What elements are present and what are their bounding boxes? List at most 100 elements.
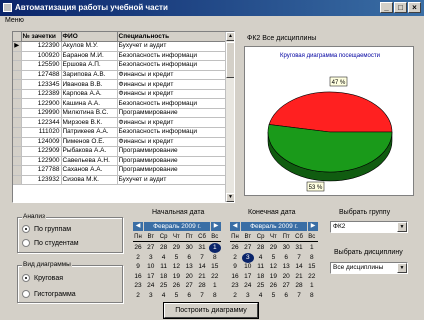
calendar-day[interactable]: 1	[209, 281, 221, 291]
table-row[interactable]: 127788 Саханов А.А. Программирование	[13, 165, 226, 176]
calendar-day[interactable]: 5	[170, 253, 182, 263]
prev-month-icon[interactable]: ◀	[133, 222, 143, 231]
row-indicator[interactable]	[13, 146, 22, 157]
table-row[interactable]: 124009 Пименов О.Е. Финансы и кредит	[13, 137, 226, 148]
calendar-day[interactable]: 5	[267, 291, 279, 301]
calendar-day[interactable]: 26	[170, 281, 182, 291]
header-record-number[interactable]: № зачетки	[21, 32, 62, 43]
calendar-day[interactable]: 9	[229, 262, 241, 272]
row-indicator[interactable]	[13, 108, 22, 119]
row-indicator[interactable]	[13, 117, 22, 128]
calendar-day[interactable]: 3	[145, 253, 157, 263]
calendar-day[interactable]: 23	[132, 281, 144, 291]
calendar-day[interactable]: 6	[183, 291, 195, 301]
row-indicator[interactable]	[13, 51, 22, 62]
calendar-day[interactable]: 8	[306, 291, 318, 301]
calendar-day[interactable]: 6	[280, 291, 292, 301]
calendar-day[interactable]: 20	[183, 272, 195, 282]
build-diagram-button[interactable]: Построить диаграмму	[164, 303, 258, 318]
radio-by-groups-dot[interactable]	[22, 225, 30, 233]
calendar-day[interactable]: 11	[158, 262, 170, 272]
table-row[interactable]: ▶ 122390 Акулов М.У. Бухучет и аудит	[13, 41, 226, 52]
calendar-day[interactable]: 8	[209, 253, 221, 263]
calendar-day[interactable]: 21	[293, 272, 305, 282]
row-indicator[interactable]	[13, 127, 22, 138]
calendar-day[interactable]: 7	[293, 253, 305, 263]
menu-item-menu[interactable]: Меню	[5, 17, 24, 24]
calendar-day[interactable]: 28	[255, 243, 267, 253]
calendar-day[interactable]: 15	[209, 262, 221, 272]
calendar-day[interactable]: 16	[229, 272, 241, 282]
calendar-day[interactable]: 2	[229, 291, 241, 301]
radio-by-students[interactable]: По студентам	[22, 239, 79, 247]
calendar-day[interactable]: 3	[242, 291, 254, 301]
calendar-day[interactable]: 27	[242, 243, 254, 253]
calendar-day[interactable]: 25	[158, 281, 170, 291]
calendar-day[interactable]: 23	[229, 281, 241, 291]
calendar-day[interactable]: 18	[158, 272, 170, 282]
calendar-month-label[interactable]: Февраль 2009 г.	[241, 222, 307, 231]
calendar-day[interactable]: 14	[293, 262, 305, 272]
radio-histogram-dot[interactable]	[22, 290, 30, 298]
table-row[interactable]: 122900 Савельева А.Н. Программирование	[13, 156, 226, 167]
calendar-day[interactable]: 24	[242, 281, 254, 291]
calendar-day[interactable]: 3	[241, 252, 254, 263]
scroll-down-icon[interactable]: ▼	[226, 193, 234, 202]
calendar-day[interactable]: 4	[158, 291, 170, 301]
row-indicator[interactable]	[13, 79, 22, 90]
radio-by-groups[interactable]: По группам	[22, 225, 71, 233]
table-row[interactable]: 123345 Иванова В.В. Финансы и кредит	[13, 79, 226, 90]
calendar-day[interactable]: 24	[145, 281, 157, 291]
calendar-day[interactable]: 1	[306, 281, 318, 291]
calendar-day[interactable]: 10	[145, 262, 157, 272]
radio-by-students-dot[interactable]	[22, 239, 30, 247]
grid-scrollbar[interactable]: ▲ ▼	[225, 32, 234, 202]
row-indicator[interactable]	[13, 165, 22, 176]
calendar-day[interactable]: 28	[196, 281, 208, 291]
calendar-day[interactable]: 2	[229, 253, 241, 263]
table-row[interactable]: 127488 Зарипова А.В. Финансы и кредит	[13, 70, 226, 81]
calendar-month-label[interactable]: Февраль 2009 г.	[144, 222, 210, 231]
calendar-day[interactable]: 30	[280, 243, 292, 253]
calendar-day[interactable]: 21	[196, 272, 208, 282]
calendar-day[interactable]: 13	[280, 262, 292, 272]
table-row[interactable]: 122344 Мирзоев В.К. Финансы и кредит	[13, 117, 226, 128]
row-indicator[interactable]: ▶	[13, 41, 22, 52]
row-indicator[interactable]	[13, 70, 22, 81]
calendar-day[interactable]: 26	[229, 243, 241, 253]
calendar-day[interactable]: 22	[209, 272, 221, 282]
calendar-day[interactable]: 4	[255, 253, 267, 263]
table-row[interactable]: 125590 Ершова А.П. Безопасность информаци	[13, 60, 226, 71]
discipline-select[interactable]: Все дисциплины ▼	[330, 262, 408, 274]
calendar-day[interactable]: 16	[132, 272, 144, 282]
row-indicator[interactable]	[13, 60, 22, 71]
calendar-day[interactable]: 4	[158, 253, 170, 263]
maximize-button[interactable]: □	[394, 2, 407, 13]
calendar-day[interactable]: 29	[267, 243, 279, 253]
row-indicator[interactable]	[13, 137, 22, 148]
calendar-day[interactable]: 29	[170, 243, 182, 253]
row-indicator[interactable]	[13, 89, 22, 100]
chevron-down-icon[interactable]: ▼	[397, 263, 407, 273]
prev-month-icon[interactable]: ◀	[230, 222, 240, 231]
calendar-day[interactable]: 9	[132, 262, 144, 272]
end-date-calendar[interactable]: ◀ Февраль 2009 г. ▶ Пн Вт Ср Чт Пт Сб Вс 26 27 28 29 3…	[229, 221, 319, 301]
calendar-day[interactable]: 19	[170, 272, 182, 282]
table-row[interactable]: 122900 Кашина А.А. Безопасность информаци	[13, 98, 226, 109]
calendar-day[interactable]: 6	[183, 253, 195, 263]
scroll-thumb[interactable]	[226, 42, 234, 78]
calendar-day[interactable]: 28	[293, 281, 305, 291]
calendar-day[interactable]: 7	[293, 291, 305, 301]
calendar-day[interactable]: 27	[145, 243, 157, 253]
calendar-day[interactable]: 26	[132, 243, 144, 253]
table-row[interactable]: 111020 Патрикеев А.А. Безопасность информа…	[13, 127, 226, 138]
radio-pie-dot[interactable]	[22, 274, 30, 282]
calendar-day[interactable]: 8	[209, 291, 221, 301]
calendar-day[interactable]: 17	[242, 272, 254, 282]
calendar-day[interactable]: 1	[306, 243, 318, 253]
header-full-name[interactable]: ФИО	[61, 32, 118, 43]
calendar-day[interactable]: 25	[255, 281, 267, 291]
table-row[interactable]: 123932 Сизова М.К. Бухучет и аудит	[13, 175, 226, 186]
calendar-day[interactable]: 10	[242, 262, 254, 272]
header-specialty[interactable]: Специальность	[117, 32, 226, 43]
